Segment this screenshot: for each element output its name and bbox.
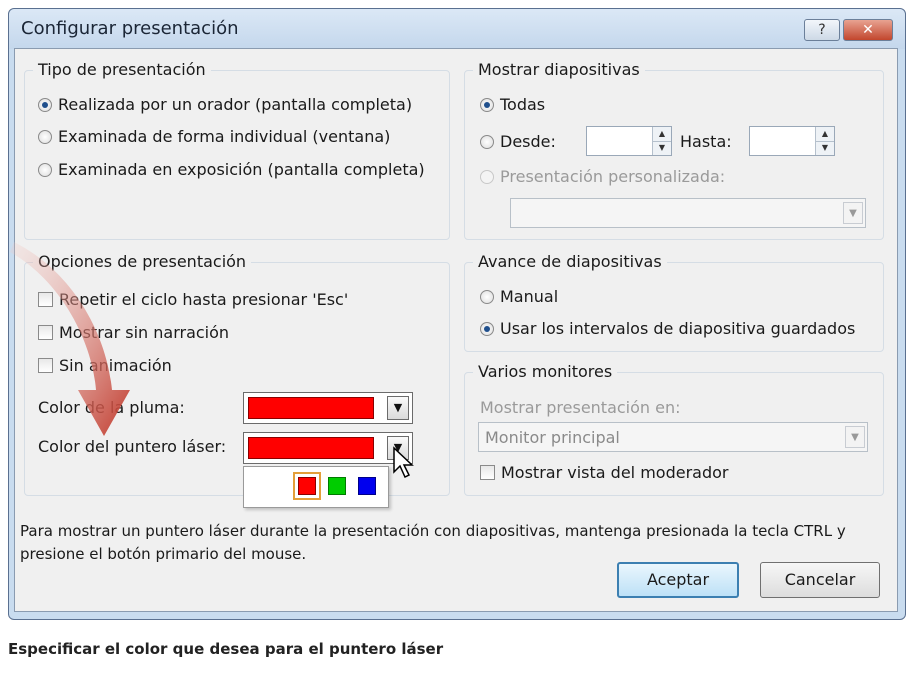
radio-button-icon [480,135,494,149]
radio-button-icon [480,170,494,184]
spin-down-icon[interactable]: ▼ [816,141,834,155]
monitor-label: Mostrar presentación en: [480,398,681,417]
cancel-button[interactable]: Cancelar [760,562,880,598]
radio-individual[interactable]: Examinada de forma individual (ventana) [38,127,390,146]
radio-todas-label: Todas [500,95,546,114]
radio-button-icon [480,98,494,112]
hasta-label: Hasta: [680,132,732,151]
hasta-spinner[interactable]: ▲ ▼ [815,127,834,155]
group-avance-diapositivas: Avance de diapositivas [464,252,884,352]
pen-color-swatch [248,397,374,419]
radio-individual-label: Examinada de forma individual (ventana) [58,127,391,146]
group-title-mostrar: Mostrar diapositivas [473,60,645,79]
palette-green-swatch[interactable] [328,477,346,495]
annotation-arrow-icon [10,242,130,436]
radio-button-icon [38,163,52,177]
title-bar: Configurar presentación ? ✕ [9,9,905,49]
radio-exposicion-label: Examinada en exposición (pantalla comple… [58,160,425,179]
radio-intervalos[interactable]: Usar los intervalos de diapositiva guard… [480,319,855,338]
chevron-down-icon[interactable]: ▼ [387,396,409,420]
radio-desde-label: Desde: [500,132,556,151]
radio-todas[interactable]: Todas [480,95,545,114]
radio-desde[interactable]: Desde: [480,132,556,151]
laser-color-swatch [248,437,374,459]
palette-blue-swatch[interactable] [358,477,376,495]
radio-button-icon [38,130,52,144]
hasta-input[interactable]: ▲ ▼ [749,126,835,156]
help-icon: ? [818,22,826,38]
palette-red-swatch[interactable] [293,472,321,500]
help-button[interactable]: ? [804,19,840,41]
desde-input[interactable]: ▲ ▼ [586,126,672,156]
radio-intervalos-label: Usar los intervalos de diapositiva guard… [500,319,856,338]
accept-button[interactable]: Aceptar [617,562,739,598]
laser-color-picker[interactable]: ▼ [243,432,413,464]
monitor-select-value: Monitor principal [485,428,620,447]
checkbox-vista-moderador-label: Mostrar vista del moderador [501,463,729,482]
radio-orador-label: Realizada por un orador (pantalla comple… [58,95,413,114]
close-icon: ✕ [862,22,874,38]
desde-spinner[interactable]: ▲ ▼ [652,127,671,155]
chevron-down-icon[interactable]: ▼ [845,426,865,448]
radio-personalizada-label: Presentación personalizada: [500,167,726,186]
spin-down-icon[interactable]: ▼ [653,141,671,155]
radio-manual[interactable]: Manual [480,287,558,306]
radio-button-icon [38,98,52,112]
mouse-cursor-icon [393,446,414,479]
monitor-select[interactable]: Monitor principal ▼ [478,422,868,452]
pen-color-picker[interactable]: ▼ [243,392,413,424]
laser-color-palette [243,466,389,508]
group-title-monitores: Varios monitores [473,362,618,381]
radio-personalizada[interactable]: Presentación personalizada: [480,167,725,186]
personalizada-select[interactable]: ▼ [510,198,866,228]
chevron-down-icon[interactable]: ▼ [843,202,863,224]
radio-manual-label: Manual [500,287,559,306]
close-button[interactable]: ✕ [843,19,893,41]
radio-button-icon [480,290,494,304]
radio-exposicion[interactable]: Examinada en exposición (pantalla comple… [38,160,425,179]
group-title-tipo: Tipo de presentación [33,60,211,79]
checkbox-icon [480,465,495,480]
radio-button-icon [480,322,494,336]
group-title-avance: Avance de diapositivas [473,252,667,271]
spin-up-icon[interactable]: ▲ [816,127,834,142]
checkbox-vista-moderador[interactable]: Mostrar vista del moderador [480,463,728,482]
radio-orador[interactable]: Realizada por un orador (pantalla comple… [38,95,412,114]
dialog-title: Configurar presentación [21,18,239,39]
info-text: Para mostrar un puntero láser durante la… [20,522,846,563]
spin-up-icon[interactable]: ▲ [653,127,671,142]
figure-caption: Especificar el color que desea para el p… [8,640,444,658]
